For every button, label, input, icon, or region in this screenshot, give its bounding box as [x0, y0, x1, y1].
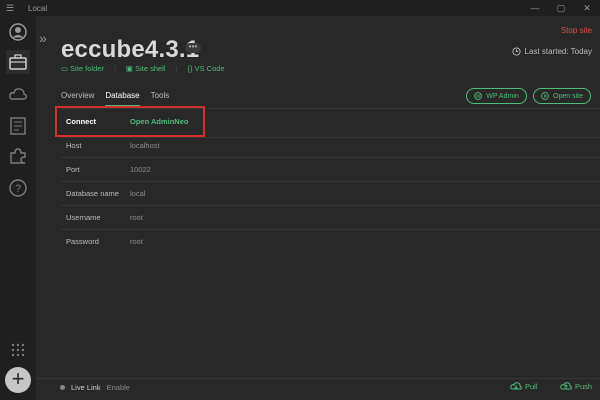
- collapse-sidebar-icon[interactable]: »: [39, 30, 47, 46]
- pull-icon: [510, 382, 522, 390]
- site-links: ▭ Site folder | ▣ Site shell | {} VS Cod…: [61, 64, 225, 73]
- database-name-label: Database name: [66, 189, 119, 198]
- wp-admin-label: WP Admin: [486, 92, 519, 100]
- svg-text:W: W: [476, 94, 481, 100]
- site-shell-label: Site shell: [135, 64, 166, 73]
- wp-admin-button[interactable]: W WP Admin: [466, 88, 527, 104]
- tab-overview[interactable]: Overview: [61, 91, 94, 107]
- hamburger-menu-icon[interactable]: ☰: [0, 3, 20, 14]
- divider: [61, 137, 600, 138]
- divider: [36, 378, 600, 379]
- window-title: Local: [28, 3, 48, 13]
- addons-puzzle-icon[interactable]: [6, 144, 30, 168]
- add-site-icon[interactable]: +: [5, 367, 31, 393]
- minimize-button[interactable]: —: [522, 0, 548, 16]
- last-started: Last started: Today: [511, 47, 592, 56]
- grid-dots-icon[interactable]: [6, 338, 30, 362]
- password-row: Password root: [66, 237, 143, 246]
- divider: |: [113, 64, 116, 73]
- site-title: eccube4.3.1: [61, 36, 200, 63]
- divider: [61, 229, 600, 230]
- pull-label: Pull: [525, 381, 538, 391]
- folder-icon: ▭: [61, 64, 71, 73]
- title-bar: ☰ Local — ▢ ✕: [0, 0, 600, 16]
- highlight-box: [55, 106, 205, 137]
- username-row: Username root: [66, 213, 143, 222]
- open-site-label: Open site: [553, 92, 583, 100]
- blueprints-icon[interactable]: [6, 114, 30, 138]
- code-braces-icon: {}: [187, 64, 195, 73]
- host-label: Host: [66, 141, 82, 150]
- live-link-status-dot: [60, 385, 65, 390]
- password-value[interactable]: root: [130, 237, 143, 246]
- close-button[interactable]: ✕: [574, 0, 600, 16]
- site-folder-label: Site folder: [70, 64, 104, 73]
- database-name-row: Database name local: [66, 189, 145, 198]
- username-value[interactable]: root: [130, 213, 143, 222]
- tab-bar: Overview Database Tools: [61, 91, 169, 107]
- pull-button[interactable]: Pull: [510, 381, 538, 391]
- vs-code-label: VS Code: [194, 64, 225, 73]
- push-icon: [560, 382, 572, 390]
- open-site-icon: [541, 92, 549, 100]
- open-site-button[interactable]: Open site: [533, 88, 591, 104]
- help-icon[interactable]: ?: [6, 176, 30, 200]
- site-shell-link[interactable]: ▣ Site shell: [126, 64, 166, 73]
- clock-icon: [511, 47, 521, 56]
- divider: [61, 181, 600, 182]
- site-panel: » eccube4.3.1 ••• Stop site Last started…: [36, 16, 600, 400]
- push-label: Push: [575, 381, 593, 391]
- maximize-button[interactable]: ▢: [548, 0, 574, 16]
- port-value[interactable]: 10022: [130, 165, 151, 174]
- push-button[interactable]: Push: [560, 381, 592, 391]
- cloud-connect-icon[interactable]: [6, 82, 30, 106]
- database-name-value[interactable]: local: [130, 189, 145, 198]
- tab-tools[interactable]: Tools: [151, 91, 170, 107]
- live-link-bar: Live Link Enable: [60, 383, 130, 392]
- host-row: Host localhost: [66, 141, 160, 150]
- vs-code-link[interactable]: {} VS Code: [187, 64, 224, 73]
- password-label: Password: [66, 237, 99, 246]
- last-started-text: Last started: Today: [524, 47, 592, 56]
- sidebar: ? +: [0, 16, 36, 400]
- username-label: Username: [66, 213, 101, 222]
- wordpress-icon: W: [474, 92, 483, 100]
- user-avatar-icon[interactable]: [6, 20, 30, 44]
- divider: |: [175, 64, 178, 73]
- live-link-label: Live Link: [71, 383, 101, 392]
- more-options-icon[interactable]: •••: [185, 43, 201, 53]
- divider: [61, 205, 600, 206]
- site-folder-link[interactable]: ▭ Site folder: [61, 64, 104, 73]
- live-link-enable[interactable]: Enable: [107, 383, 130, 392]
- divider: [61, 157, 600, 158]
- tab-database[interactable]: Database: [105, 91, 140, 107]
- port-label: Port: [66, 165, 80, 174]
- host-value[interactable]: localhost: [130, 141, 160, 150]
- terminal-icon: ▣: [125, 64, 136, 73]
- stop-site-button[interactable]: Stop site: [561, 26, 592, 35]
- port-row: Port 10022: [66, 165, 151, 174]
- svg-text:?: ?: [15, 183, 21, 195]
- sites-briefcase-icon[interactable]: [6, 50, 30, 74]
